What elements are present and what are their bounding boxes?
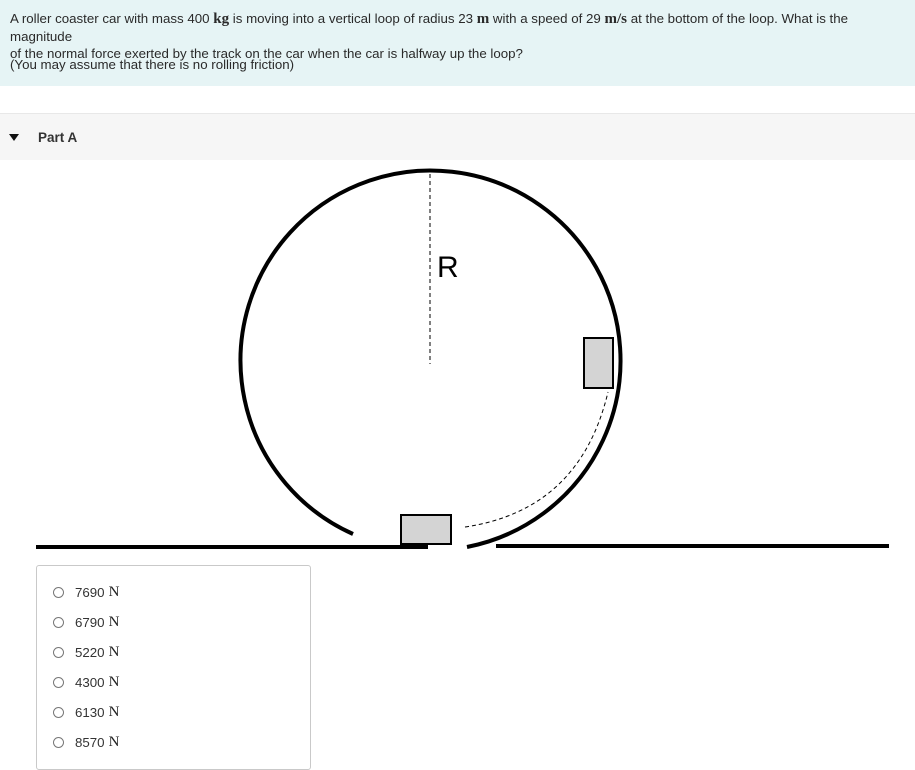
collapse-caret-icon[interactable] <box>9 134 19 141</box>
problem-text-part: with a speed of 29 <box>489 11 605 26</box>
choice-option[interactable]: 6130 N <box>53 702 119 722</box>
radio-button[interactable] <box>53 616 64 628</box>
radio-button[interactable] <box>53 706 64 718</box>
part-label: Part A <box>38 130 78 145</box>
problem-text-part: is moving into a vertical loop of radius… <box>229 11 477 26</box>
choice-value: 6790 <box>75 614 105 630</box>
unit-m: m <box>476 11 490 27</box>
car-halfway <box>583 337 614 389</box>
unit-m-per-s: m/s <box>604 11 628 27</box>
car-bottom <box>400 514 452 545</box>
choice-option[interactable]: 4300 N <box>53 672 119 692</box>
choice-unit: N <box>108 613 120 630</box>
answer-choices: 7690 N 6790 N 5220 N 4300 N 6130 N 8570 … <box>36 565 311 770</box>
choice-option[interactable]: 7690 N <box>53 582 119 602</box>
problem-statement: A roller coaster car with mass 400 kg is… <box>0 0 915 86</box>
choice-value: 8570 <box>75 734 105 750</box>
choice-unit: N <box>108 673 120 690</box>
choice-value: 4300 <box>75 674 105 690</box>
choice-value: 7690 <box>75 584 105 600</box>
radio-button[interactable] <box>53 676 64 688</box>
part-a-header[interactable]: Part A <box>0 113 915 160</box>
choice-unit: N <box>108 583 120 600</box>
radio-button[interactable] <box>53 646 64 658</box>
radio-button[interactable] <box>53 586 64 598</box>
unit-kg: kg <box>213 11 230 27</box>
loop-track <box>238 168 623 549</box>
choice-unit: N <box>108 643 120 660</box>
car-path <box>464 391 609 528</box>
radius-label: R <box>437 251 459 284</box>
problem-text: A roller coaster car with mass 400 kg is… <box>10 10 905 62</box>
choice-option[interactable]: 5220 N <box>53 642 119 662</box>
problem-text-part: A roller coaster car with mass 400 <box>10 11 214 26</box>
choice-option[interactable]: 6790 N <box>53 612 119 632</box>
loop-diagram: R <box>36 168 889 549</box>
choice-option[interactable]: 8570 N <box>53 732 119 752</box>
choice-value: 6130 <box>75 704 105 720</box>
radio-button[interactable] <box>53 736 64 748</box>
choice-value: 5220 <box>75 644 105 660</box>
choice-unit: N <box>108 733 120 750</box>
problem-note: (You may assume that there is no rolling… <box>10 57 295 72</box>
choice-unit: N <box>108 703 120 720</box>
